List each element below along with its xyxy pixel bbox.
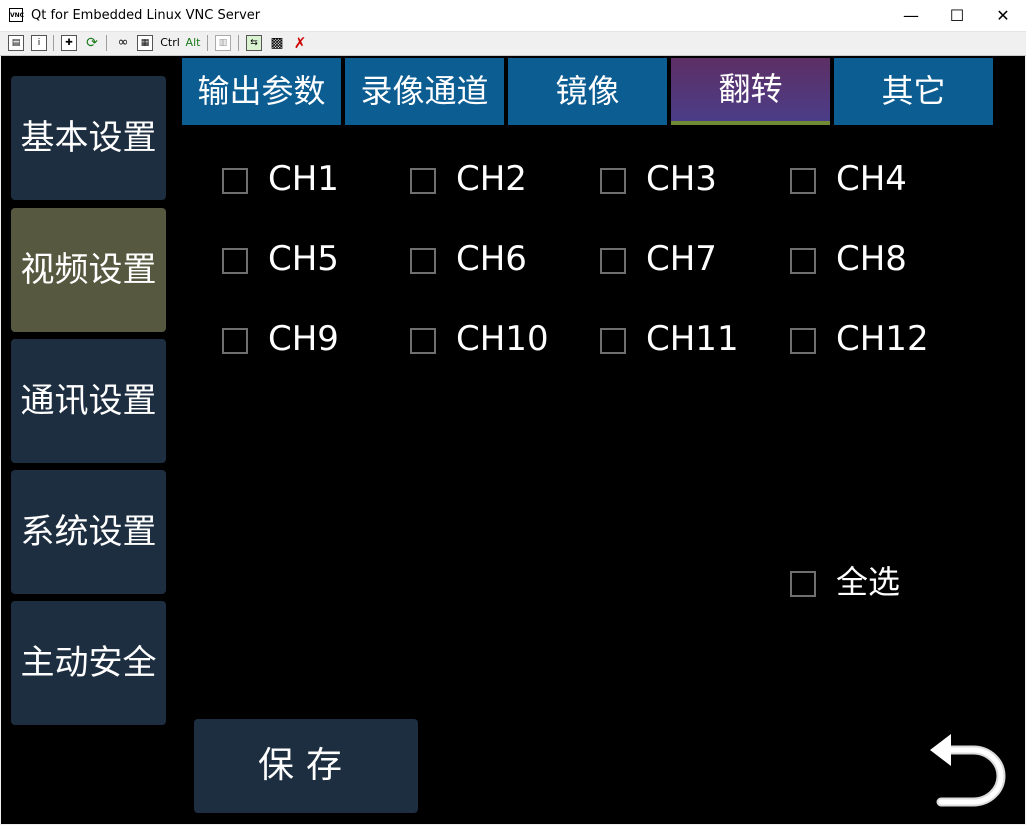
ch9-checkbox[interactable] [222, 328, 248, 354]
sidebar-item-basic-settings[interactable]: 基本设置 [11, 76, 166, 200]
disconnect-icon[interactable]: ✗ [292, 35, 308, 51]
sidebar-item-system-settings[interactable]: 系统设置 [11, 470, 166, 594]
ch6-label: CH6 [456, 239, 527, 279]
ctrl-key-button[interactable]: Ctrl [159, 35, 181, 51]
ch7-label: CH7 [646, 239, 717, 279]
ch6-checkbox[interactable] [410, 248, 436, 274]
fullscreen-icon[interactable]: ✚ [61, 35, 77, 51]
ch7-checkbox[interactable] [600, 248, 626, 274]
ch11-label: CH11 [646, 319, 739, 359]
window-titlebar: VNC Qt for Embedded Linux VNC Server — ☐… [0, 0, 1026, 32]
info-icon[interactable]: i [31, 35, 47, 51]
connection-icon[interactable]: ⇆ [246, 35, 262, 51]
toolbar-separator [207, 35, 208, 51]
ch2-checkbox[interactable] [410, 168, 436, 194]
ch4-label: CH4 [836, 159, 907, 199]
toolbar-separator [238, 35, 239, 51]
maximize-icon[interactable]: ☐ [934, 0, 980, 31]
toolbar-separator [106, 35, 107, 51]
ch9-label: CH9 [268, 319, 339, 359]
toolbar-separator [53, 35, 54, 51]
ch10-label: CH10 [456, 319, 549, 359]
ch5-checkbox[interactable] [222, 248, 248, 274]
vnc-app-icon: VNC [9, 8, 24, 22]
ch12-checkbox[interactable] [790, 328, 816, 354]
alt-key-button[interactable]: Alt [184, 35, 202, 51]
window-title: Qt for Embedded Linux VNC Server [31, 8, 261, 23]
minimize-icon[interactable]: — [888, 0, 934, 31]
close-icon[interactable]: ✕ [980, 0, 1026, 31]
ch2-label: CH2 [456, 159, 527, 199]
ch12-label: CH12 [836, 319, 929, 359]
ch1-checkbox[interactable] [222, 168, 248, 194]
ch10-checkbox[interactable] [410, 328, 436, 354]
sidebar-item-communication-settings[interactable]: 通讯设置 [11, 339, 166, 463]
select-all-checkbox[interactable] [790, 571, 816, 597]
device-screen: 基本设置 视频设置 通讯设置 系统设置 主动安全 输出参数 录像通道 镜像 翻转… [1, 56, 1025, 824]
copy-icon[interactable]: ▥ [215, 35, 231, 51]
ch8-checkbox[interactable] [790, 248, 816, 274]
sidebar-item-video-settings[interactable]: 视频设置 [11, 208, 166, 332]
ctrl-alt-del-icon[interactable]: ∞ [114, 35, 132, 51]
sidebar-item-active-safety[interactable]: 主动安全 [11, 601, 166, 725]
tab-output-params[interactable]: 输出参数 [182, 58, 341, 125]
tab-recording-channels[interactable]: 录像通道 [345, 58, 504, 125]
ch1-label: CH1 [268, 159, 339, 199]
ch3-label: CH3 [646, 159, 717, 199]
ch3-checkbox[interactable] [600, 168, 626, 194]
options-icon[interactable]: ▤ [8, 35, 24, 51]
save-disk-icon[interactable]: ▩ [269, 35, 285, 51]
vnc-toolbar: ▤ i ✚ ⟳ ∞ ▦ Ctrl Alt ▥ ⇆ ▩ ✗ [0, 32, 1026, 56]
ch5-label: CH5 [268, 239, 339, 279]
windows-key-icon[interactable]: ▦ [137, 35, 153, 51]
save-button[interactable]: 保存 [194, 719, 418, 813]
tab-flip[interactable]: 翻转 [671, 58, 830, 125]
ch8-label: CH8 [836, 239, 907, 279]
refresh-icon[interactable]: ⟳ [84, 35, 100, 51]
ch11-checkbox[interactable] [600, 328, 626, 354]
tab-mirror[interactable]: 镜像 [508, 58, 667, 125]
ch4-checkbox[interactable] [790, 168, 816, 194]
select-all-label: 全选 [836, 563, 901, 601]
tab-other[interactable]: 其它 [834, 58, 993, 125]
return-arrow-icon[interactable] [927, 732, 1007, 808]
